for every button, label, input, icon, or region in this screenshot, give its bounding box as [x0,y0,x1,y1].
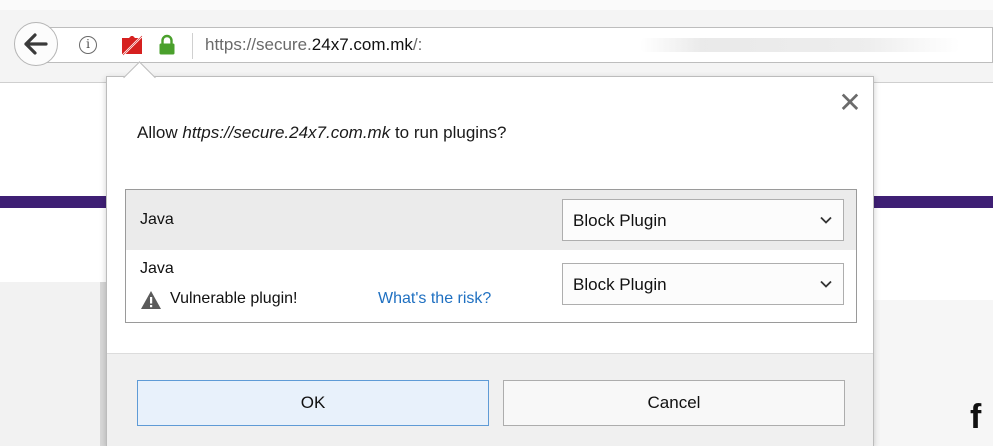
cancel-button[interactable]: Cancel [503,380,845,426]
url-prefix: https://secure. [205,35,312,54]
vulnerable-warning: Vulnerable plugin! [170,290,298,307]
plugin-name: Java [140,211,174,228]
chevron-down-icon [820,216,832,224]
question-suffix: to run plugins? [390,123,507,142]
chevron-down-icon [820,280,832,288]
plugin-action-select[interactable]: Block Plugin [562,263,844,305]
plugin-row: Java Vulnerable plugin! What's the risk?… [126,250,856,322]
ok-button[interactable]: OK [137,380,489,426]
page-header-rule-left [0,196,110,208]
plugin-row: Java Block Plugin [126,190,856,250]
back-arrow-icon [24,33,48,55]
url-blurred-region [640,38,960,52]
plugin-permission-panel: ✕ Allow https://secure.24x7.com.mk to ru… [106,76,874,446]
permission-question: Allow https://secure.24x7.com.mk to run … [137,123,506,143]
url-suffix: /: [412,35,423,54]
plugin-action-select[interactable]: Block Plugin [562,199,844,241]
info-icon[interactable]: i [79,36,97,54]
back-button[interactable] [14,22,58,66]
warning-icon [141,291,161,309]
whats-the-risk-link[interactable]: What's the risk? [378,290,491,308]
plugin-name: Java [140,260,174,277]
plugin-blocked-icon[interactable] [120,34,144,56]
url-domain: 24x7.com.mk [311,35,413,54]
url-text[interactable]: https://secure.24x7.com.mk/: [205,35,422,55]
plugin-list: Java Block Plugin Java Vulnerable plugin… [125,189,857,323]
lock-icon[interactable] [158,34,176,56]
top-strip [0,0,993,10]
url-separator [192,33,193,59]
page-glyph: f [970,398,982,436]
close-icon[interactable]: ✕ [837,89,863,117]
question-prefix: Allow [137,123,183,142]
select-value: Block Plugin [573,211,667,230]
panel-footer: OK Cancel [107,353,873,446]
select-value: Block Plugin [573,275,667,294]
page-header-rule-right [870,196,993,208]
question-site: https://secure.24x7.com.mk [182,123,391,142]
page-left-column [0,282,110,446]
